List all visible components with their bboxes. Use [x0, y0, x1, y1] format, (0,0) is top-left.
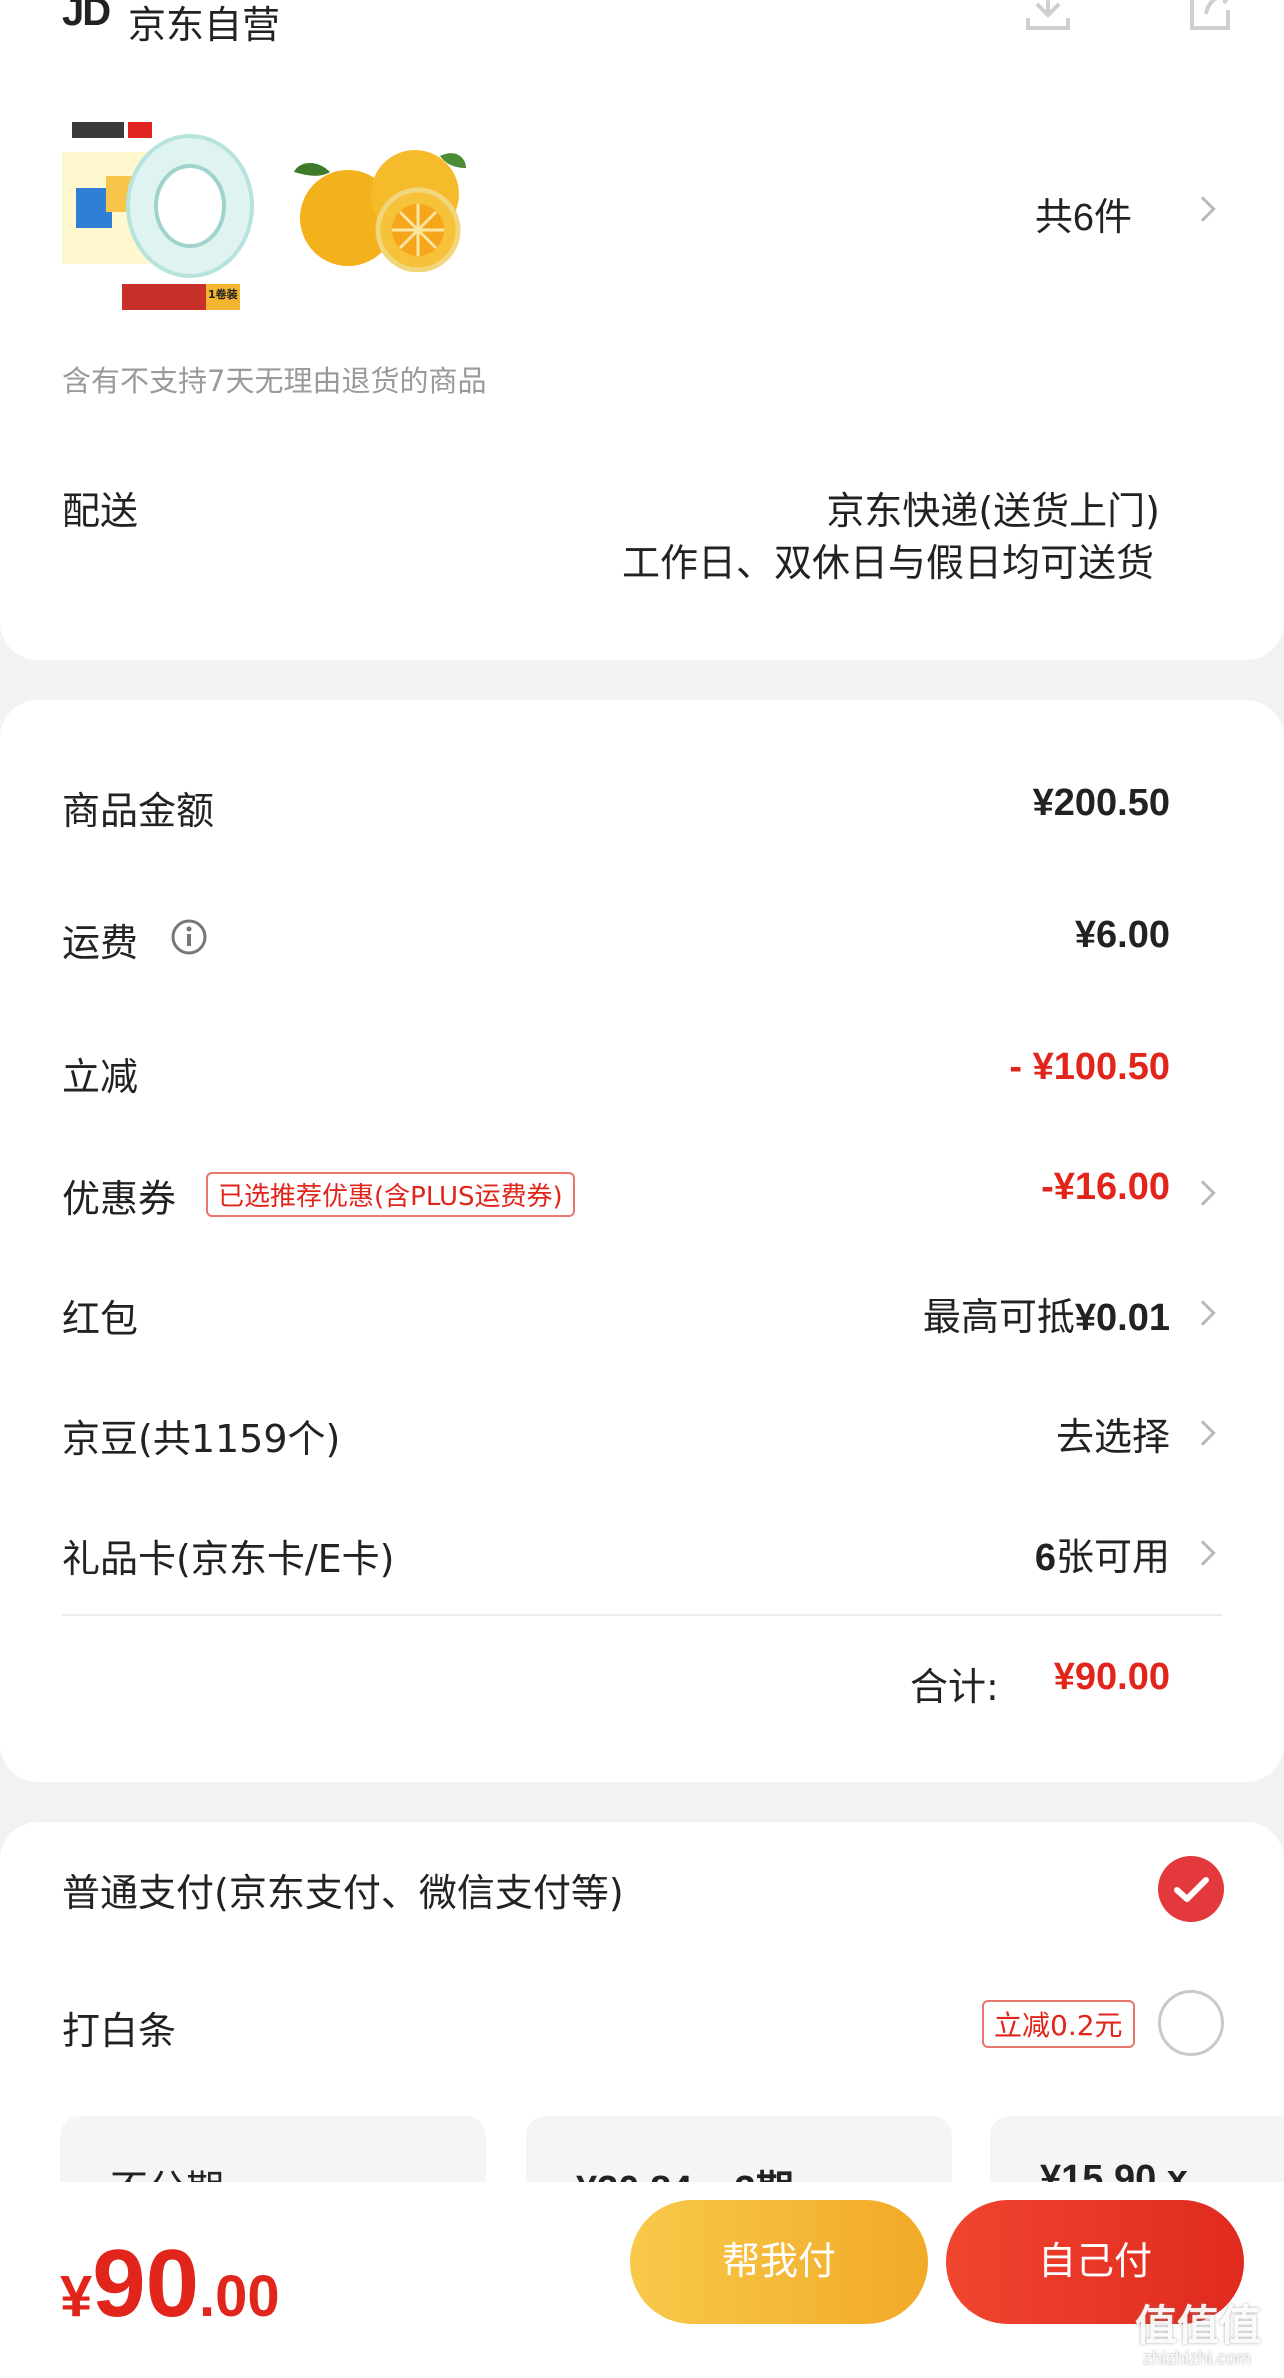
red-packet-value[interactable]: 最高可抵¥0.01 — [923, 1286, 1170, 1341]
product-orange-image[interactable] — [290, 142, 480, 273]
normal-payment-label[interactable]: 普通支付(京东支付、微信支付等) — [62, 1862, 624, 1917]
baitiao-discount-tag: 立减0.2元 — [982, 2000, 1135, 2048]
instant-discount-label: 立减 — [62, 1055, 139, 1099]
delivery-label: 配送 — [62, 489, 139, 533]
jd-logo: JD — [62, 0, 111, 34]
gift-card-value[interactable]: 6张可用 — [1035, 1526, 1170, 1581]
store-name[interactable]: 京东自营 — [128, 0, 280, 49]
item-count[interactable]: 共6件 — [1035, 186, 1132, 241]
coupon-selected-tag[interactable]: 已选推荐优惠(含PLUS运费券) — [206, 1172, 575, 1217]
watermark-url: zhizhizhi.com — [1142, 2348, 1252, 2368]
delivery-method[interactable]: 京东快递(送货上门) — [826, 480, 1160, 535]
gift-card-label[interactable]: 礼品卡(京东卡/E卡) — [62, 1528, 394, 1583]
return-policy-note: 含有不支持7天无理由退货的商品 — [62, 364, 487, 398]
pay-integer: 90 — [92, 2230, 200, 2337]
red-packet-prefix: 最高可抵 — [922, 1295, 1075, 1339]
gift-card-count: 6 — [1034, 1537, 1056, 1579]
download-icon[interactable] — [1022, 0, 1074, 34]
watermark-logo: 值值值 — [1134, 2301, 1261, 2350]
info-icon[interactable] — [170, 918, 208, 956]
help-pay-button[interactable]: 帮我付 — [630, 2200, 928, 2324]
goods-amount-label: 商品金额 — [62, 789, 215, 833]
baitiao-radio[interactable] — [1158, 1990, 1224, 2056]
normal-payment-radio[interactable] — [1158, 1856, 1224, 1922]
instant-discount-value: - ¥100.50 — [1009, 1046, 1170, 1088]
checkmark-icon — [1174, 1877, 1209, 1902]
total-value: ¥90.00 — [1053, 1656, 1170, 1698]
product-tape-image[interactable] — [62, 112, 260, 312]
total-label: 合计: — [910, 1665, 999, 1709]
tape-brand: deli — [207, 122, 226, 134]
summary-divider — [62, 1614, 1222, 1616]
share-icon[interactable] — [1184, 0, 1236, 34]
jingdou-label[interactable]: 京豆(共1159个) — [62, 1408, 340, 1463]
red-packet-label[interactable]: 红包 — [62, 1288, 138, 1343]
jingdou-value[interactable]: 去选择 — [1056, 1406, 1170, 1461]
price-summary-card — [0, 700, 1284, 1782]
tape-badge: 1卷装 — [208, 288, 238, 301]
coupon-value[interactable]: -¥16.00 — [1041, 1166, 1170, 1209]
red-packet-amount: ¥0.01 — [1074, 1297, 1170, 1339]
baitiao-label[interactable]: 打白条 — [62, 2000, 176, 2055]
gift-card-suffix: 张可用 — [1055, 1535, 1170, 1579]
pay-decimal: .00 — [199, 2264, 280, 2329]
goods-amount-value: ¥200.50 — [1032, 782, 1170, 824]
shipping-value: ¥6.00 — [1074, 914, 1170, 956]
coupon-label[interactable]: 优惠券 — [62, 1168, 176, 1223]
delivery-schedule: 工作日、双休日与假日均可送货 — [621, 541, 1154, 585]
pay-amount: ¥90.00 — [60, 2236, 280, 2332]
pay-currency: ¥ — [60, 2264, 93, 2329]
shipping-label: 运费 — [62, 921, 139, 965]
